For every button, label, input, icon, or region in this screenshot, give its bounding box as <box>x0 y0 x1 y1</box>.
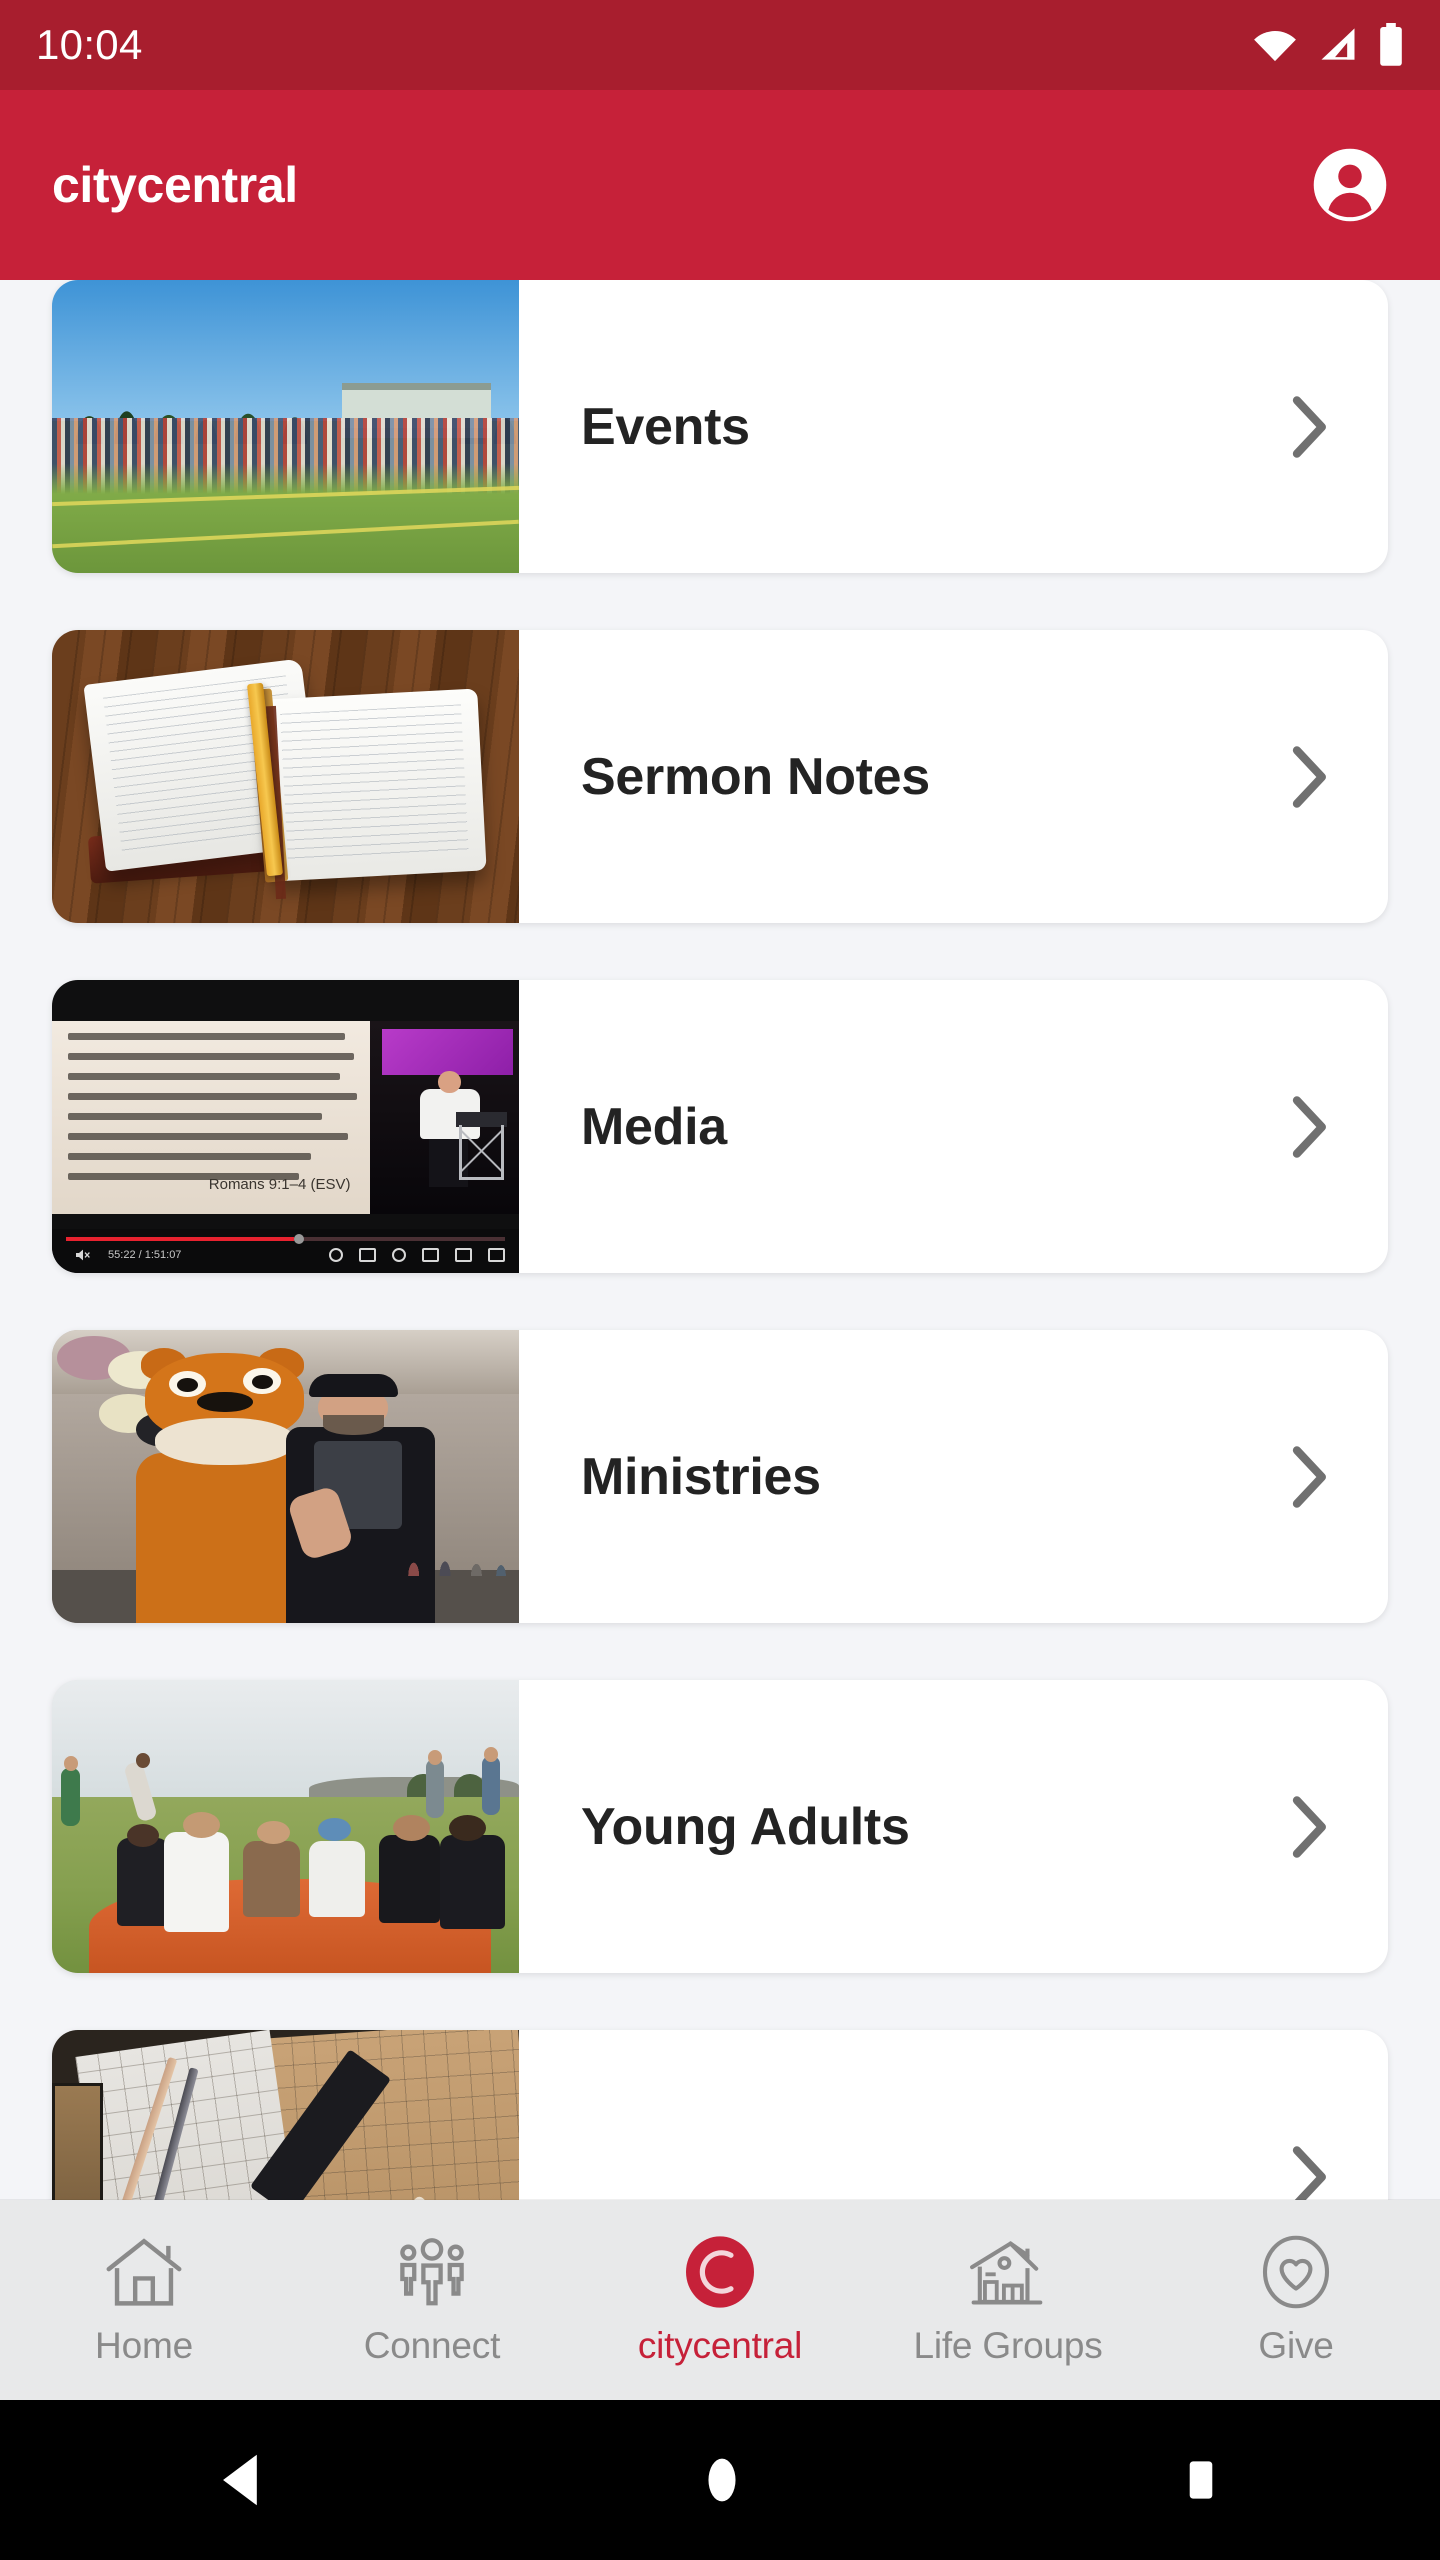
tab-give-label: Give <box>1258 2325 1334 2366</box>
scripture-reference: Romans 9:1–4 (ESV) <box>208 1176 351 1194</box>
recents-button[interactable] <box>1176 2453 1226 2507</box>
tab-citycentral[interactable]: citycentral <box>576 2200 864 2400</box>
theater-icon[interactable] <box>455 1248 472 1263</box>
captions-icon[interactable] <box>359 1248 376 1263</box>
mute-icon[interactable] <box>75 1248 91 1262</box>
menu-card-young-adults[interactable]: Young Adults <box>52 1680 1388 1973</box>
people-group-icon <box>400 2238 464 2306</box>
volume-slider[interactable] <box>329 1248 343 1263</box>
events-label: Events <box>581 397 750 456</box>
menu-card-ministries[interactable]: Ministries <box>52 1330 1388 1623</box>
tab-connect[interactable]: Connect <box>288 2200 576 2400</box>
menu-card-partial[interactable] <box>52 2030 1388 2205</box>
app-bar-title: citycentral <box>52 157 298 213</box>
chevron-right-icon <box>1292 1795 1326 1858</box>
wifi-icon <box>1254 31 1296 62</box>
citycentral-logo-icon <box>686 2236 754 2308</box>
ministries-card-body: Ministries <box>519 1330 1388 1623</box>
events-card-body: Events <box>519 280 1388 573</box>
young-adults-thumbnail <box>52 1680 519 1973</box>
video-timestamp: 55:22 / 1:51:07 <box>108 1249 182 1262</box>
menu-card-sermon-notes[interactable]: Sermon Notes <box>52 630 1388 923</box>
menu-list[interactable]: Events Sermon Notes Romans 9:1–4 (ESV) 5… <box>0 280 1440 2205</box>
menu-card-media[interactable]: Romans 9:1–4 (ESV) 55:22 / 1:51:07 Media <box>52 980 1388 1273</box>
chevron-right-icon <box>1292 1445 1326 1508</box>
video-progress-bar[interactable] <box>66 1233 505 1244</box>
home-button[interactable] <box>696 2451 748 2509</box>
blueprints-thumbnail <box>52 2030 519 2205</box>
status-bar-clock: 10:04 <box>36 21 143 68</box>
android-navigation-bar[interactable] <box>0 2400 1440 2560</box>
sermon-notes-card-body: Sermon Notes <box>519 630 1388 923</box>
young-adults-card-body: Young Adults <box>519 1680 1388 1973</box>
fullscreen-icon[interactable] <box>488 1248 505 1263</box>
tab-citycentral-label: citycentral <box>637 2325 803 2366</box>
ministries-label: Ministries <box>581 1447 821 1506</box>
app-bar: citycentral <box>0 90 1440 280</box>
home-icon <box>106 2238 182 2306</box>
tab-life-groups-label: Life Groups <box>913 2325 1103 2366</box>
media-card-body: Media <box>519 980 1388 1273</box>
chevron-right-icon <box>1292 2145 1326 2205</box>
account-button[interactable] <box>1312 147 1388 223</box>
battery-icon <box>1380 23 1402 66</box>
tab-connect-label: Connect <box>363 2325 501 2366</box>
bottom-tab-bar[interactable]: Home Connect citycentral Life Groups Giv… <box>0 2200 1440 2400</box>
account-circle-icon <box>1313 148 1387 222</box>
chevron-right-icon <box>1292 1095 1326 1158</box>
cellular-signal-icon <box>1321 28 1355 60</box>
heart-circle-icon <box>1262 2235 1330 2309</box>
app-root: 10:04 citycentral Events Sermon Notes Ro… <box>0 0 1440 2560</box>
tab-home[interactable]: Home <box>0 2200 288 2400</box>
media-thumbnail: Romans 9:1–4 (ESV) 55:22 / 1:51:07 <box>52 980 519 1273</box>
miniplayer-icon[interactable] <box>422 1248 439 1263</box>
chevron-right-icon <box>1292 395 1326 458</box>
chevron-right-icon <box>1292 745 1326 808</box>
sermon-notes-label: Sermon Notes <box>581 747 930 806</box>
status-bar-icons <box>1252 23 1404 67</box>
ministries-thumbnail <box>52 1330 519 1623</box>
tab-home-label: Home <box>95 2325 193 2366</box>
sermon-notes-thumbnail <box>52 630 519 923</box>
events-thumbnail <box>52 280 519 573</box>
young-adults-label: Young Adults <box>581 1797 910 1856</box>
status-bar: 10:04 <box>0 0 1440 90</box>
media-label: Media <box>581 1097 727 1156</box>
youtube-player-controls[interactable]: 55:22 / 1:51:07 <box>52 1229 519 1273</box>
house-barn-icon <box>970 2241 1043 2305</box>
back-button[interactable] <box>214 2451 268 2509</box>
player-icon-row[interactable] <box>329 1248 505 1263</box>
tab-life-groups[interactable]: Life Groups <box>864 2200 1152 2400</box>
settings-icon[interactable] <box>392 1248 406 1263</box>
partial-card-body <box>519 2030 1388 2205</box>
sermon-slide-text <box>67 1032 357 1193</box>
tab-give[interactable]: Give <box>1152 2200 1440 2400</box>
menu-card-events[interactable]: Events <box>52 280 1388 573</box>
